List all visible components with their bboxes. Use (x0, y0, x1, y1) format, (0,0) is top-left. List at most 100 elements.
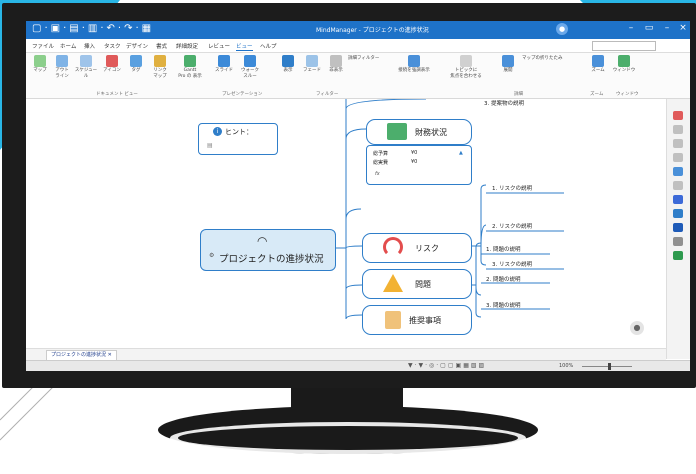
recommend-topic[interactable]: 推奨事項 (362, 305, 472, 335)
risk-topic[interactable]: リスク (362, 233, 472, 263)
floating-location-icon[interactable]: ● (630, 321, 644, 335)
quick-access-toolbar[interactable]: ▢·▣·▤·▥·↶·↷·▦ (32, 23, 154, 34)
map-view-button[interactable]: マップ (28, 55, 52, 74)
walkthrough-icon (244, 55, 256, 67)
link-map-button[interactable]: リンク マップ (148, 55, 172, 80)
issue-item-1[interactable]: 1. 問題の説明 (486, 245, 521, 253)
focus-topic-button[interactable]: トピックに 焦点を合わせる (446, 55, 486, 80)
proposal-item[interactable]: 3. 提案物の説明 (484, 99, 524, 107)
zoom-button[interactable]: ズーム (586, 55, 610, 74)
restore-button[interactable]: ▭ (640, 23, 658, 33)
menu-advanced[interactable]: 詳細設定 (176, 42, 198, 50)
status-tools[interactable]: ▼·▼·◎·▢▢▣▦▧▨ (408, 362, 486, 369)
group-window: ウィンドウ (616, 92, 639, 97)
map-icon (34, 55, 46, 67)
zoom-slider[interactable] (582, 366, 632, 367)
filter-hide-icon (330, 55, 342, 67)
side-icon-1[interactable] (673, 111, 683, 120)
monitor-bezel: ▢·▣·▤·▥·↶·↷·▦ MindManager - プロジェクトの進捗状況 … (2, 3, 696, 388)
side-icon-4[interactable] (673, 153, 683, 162)
central-title: プロジェクトの進捗状況 (219, 254, 324, 265)
slide-icon (218, 55, 230, 67)
collapse-map-button[interactable]: マップの折りたたみ (522, 55, 572, 62)
risk-title: リスク (415, 244, 439, 253)
schedule-view-button[interactable]: スケジュール (74, 55, 98, 80)
close-button[interactable]: × (674, 23, 690, 33)
filter-hide-button[interactable]: 非表示 (324, 55, 348, 74)
side-icon-10[interactable] (673, 237, 683, 246)
window-button[interactable]: ウィンドウ (612, 55, 636, 74)
group-document-view: ドキュメント ビュー (96, 92, 138, 97)
filter-fade-icon (306, 55, 318, 67)
gantt-pro-button[interactable]: Gantt Pro の 表示 (176, 55, 204, 80)
menu-task[interactable]: タスク (104, 42, 121, 50)
budget-label: 総予算 (373, 151, 389, 157)
actual-value: ¥0 (411, 159, 418, 165)
menu-file[interactable]: ファイル (32, 42, 54, 50)
risk-item-2[interactable]: 2. リスクの説明 (492, 222, 532, 230)
map-canvas[interactable]: i ヒント： ▤ 3. 提案物の説明 財務状況 総予算 ¥0 総実費 ¥0 fx… (26, 99, 666, 337)
side-search-icon[interactable] (673, 181, 683, 190)
right-side-panel (666, 99, 690, 359)
side-icon-9[interactable] (673, 223, 683, 232)
window-icon (618, 55, 630, 67)
menu-insert[interactable]: 挿入 (84, 42, 95, 50)
app-window: ▢·▣·▤·▥·↶·↷·▦ MindManager - プロジェクトの進捗状況 … (26, 21, 690, 371)
recommend-title: 推奨事項 (409, 316, 441, 325)
side-icon-2[interactable] (673, 125, 683, 134)
focus-icon (460, 55, 472, 67)
tag-icon (130, 55, 142, 67)
hint-topic[interactable]: i ヒント： ▤ (198, 123, 278, 155)
menu-view[interactable]: ビュー (236, 42, 253, 51)
issue-item-3[interactable]: 3. 問題の説明 (486, 301, 521, 309)
collapse-arrow-icon[interactable]: ▲ (459, 150, 463, 156)
tag-view-button[interactable]: タグ (124, 55, 148, 74)
search-input[interactable] (592, 41, 656, 51)
finance-details: 総予算 ¥0 総実費 ¥0 fx ▲ (366, 145, 472, 185)
map-connectors (336, 99, 564, 320)
filter-fade-button[interactable]: フェード (300, 55, 324, 74)
window-title: MindManager - プロジェクトの進捗状況 (316, 27, 429, 34)
expand-button[interactable]: 展開 (496, 55, 520, 74)
menu-design[interactable]: デザイン (126, 42, 148, 50)
minimize-button[interactable]: – (622, 23, 640, 33)
side-icon-3[interactable] (673, 139, 683, 148)
outline-view-button[interactable]: アウト ライン (50, 55, 74, 80)
menu-format[interactable]: 書式 (156, 42, 167, 50)
risk-item-3[interactable]: 3. リスクの説明 (492, 260, 532, 268)
issues-title: 問題 (415, 280, 431, 289)
actual-label: 総実費 (373, 160, 389, 166)
budget-value: ¥0 (411, 150, 418, 156)
issue-item-2[interactable]: 2. 問題の説明 (486, 275, 521, 283)
user-icon[interactable]: ● (556, 23, 568, 35)
highlight-connections-button[interactable]: 接続を強調表示 (394, 55, 434, 74)
icons-icon (106, 55, 118, 67)
link-map-icon (154, 55, 166, 67)
gantt-icon (184, 55, 196, 67)
issues-topic[interactable]: 問題 (362, 269, 472, 299)
status-bar: ▼·▼·◎·▢▢▣▦▧▨ 100% (26, 360, 690, 371)
side-icon-5[interactable] (673, 167, 683, 176)
icons-view-button[interactable]: アイコン (100, 55, 124, 74)
schedule-icon (80, 55, 92, 67)
side-icon-8[interactable] (673, 209, 683, 218)
slide-button[interactable]: スライド (212, 55, 236, 74)
central-topic[interactable]: ◠ ⚙ プロジェクトの進捗状況 (200, 229, 336, 271)
money-icon (387, 123, 407, 140)
risk-item-1[interactable]: 1. リスクの説明 (492, 184, 532, 192)
menu-help[interactable]: ヘルプ (260, 42, 277, 50)
side-icon-7[interactable] (673, 195, 683, 204)
filter-show-button[interactable]: 表示 (276, 55, 300, 74)
finance-topic[interactable]: 財務状況 (366, 119, 472, 145)
advanced-filter-button[interactable]: 詳細フィルター (348, 55, 388, 62)
document-tab-bar: プロジェクトの進捗状況 ✕ (26, 348, 666, 361)
info-icon: i (213, 127, 222, 136)
walkthrough-button[interactable]: ウォーク スルー (238, 55, 262, 80)
ribbon: マップ アウト ライン スケジュール アイコン タグ リンク マップ Gantt… (26, 53, 690, 99)
zoom-slider-thumb[interactable] (608, 363, 611, 370)
menu-home[interactable]: ホーム (60, 42, 76, 50)
excel-icon[interactable] (673, 251, 683, 260)
outline-icon (56, 55, 68, 67)
expand-icon (502, 55, 514, 67)
menu-review[interactable]: レビュー (208, 42, 230, 50)
